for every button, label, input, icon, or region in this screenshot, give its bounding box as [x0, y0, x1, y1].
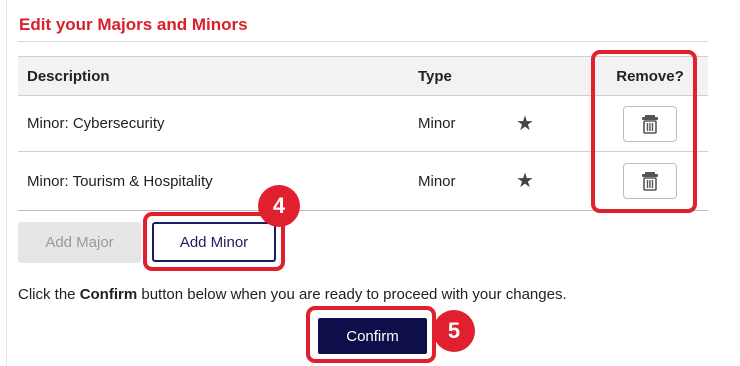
- section-title: Edit your Majors and Minors: [19, 15, 248, 34]
- confirm-instruction: Click the Confirm button below when you …: [18, 286, 567, 303]
- confirm-highlight: [306, 306, 436, 363]
- page-edge-divider: [6, 0, 7, 366]
- header-description: Description: [27, 67, 110, 85]
- star-icon: ★: [516, 170, 534, 192]
- header-type: Type: [418, 67, 452, 85]
- instruction-text-before: Click the: [18, 286, 80, 303]
- row-description: Minor: Tourism & Hospitality: [27, 172, 213, 190]
- title-divider: [18, 41, 708, 42]
- step-badge-4: 4: [258, 185, 300, 227]
- row-type: Minor: [418, 115, 456, 132]
- row-type: Minor: [418, 172, 456, 190]
- instruction-text-bold: Confirm: [79, 286, 138, 303]
- remove-column-highlight: [591, 50, 697, 213]
- instruction-text-after: button below when you are ready to proce…: [137, 286, 567, 303]
- step-badge-5: 5: [433, 310, 475, 352]
- star-icon: ★: [516, 112, 534, 135]
- row-description: Minor: Cybersecurity: [27, 115, 165, 132]
- add-major-button[interactable]: Add Major: [18, 222, 141, 263]
